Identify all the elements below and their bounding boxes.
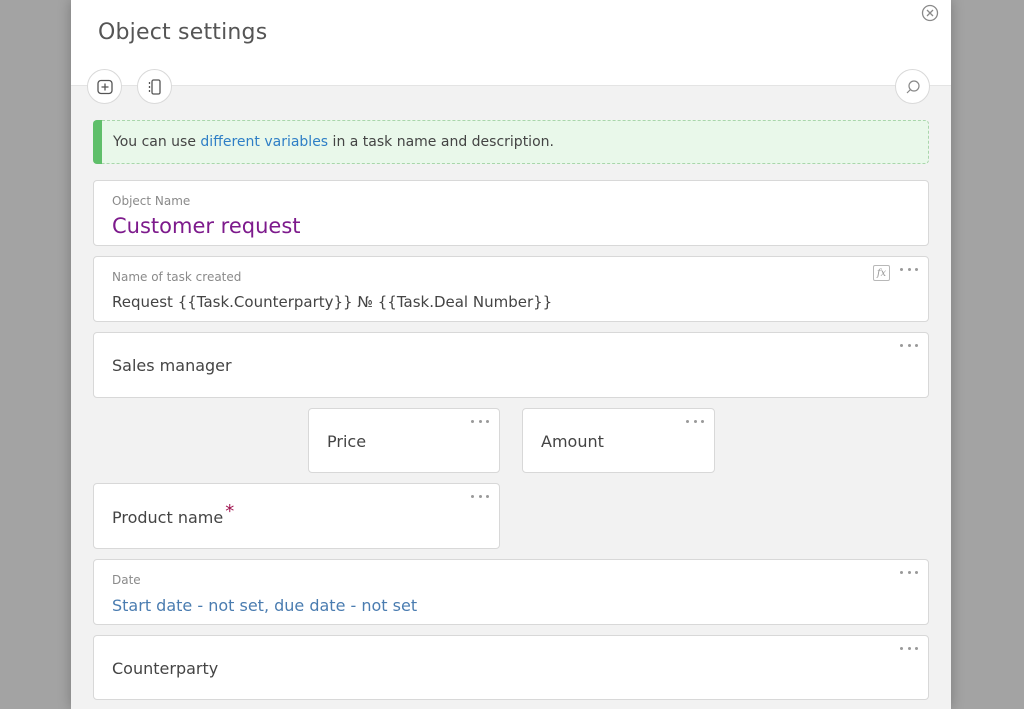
- more-options-icon[interactable]: [471, 491, 489, 501]
- task-name-value: Request {{Task.Counterparty}} № {{Task.D…: [112, 293, 553, 311]
- mobile-view-button[interactable]: [137, 69, 172, 104]
- product-name-field[interactable]: Product name *: [93, 483, 500, 549]
- amount-label: Amount: [541, 432, 604, 451]
- more-options-icon[interactable]: [900, 643, 918, 653]
- modal-title: Object settings: [98, 20, 268, 45]
- more-options-icon[interactable]: [900, 567, 918, 577]
- variables-notice: You can use different variables in a tas…: [93, 120, 929, 164]
- more-options-icon[interactable]: [686, 416, 704, 426]
- product-name-label: Product name *: [112, 501, 235, 527]
- sales-manager-field[interactable]: Sales manager: [93, 332, 929, 398]
- counterparty-field[interactable]: Counterparty: [93, 635, 929, 700]
- object-settings-modal: Object settings You can use different va…: [71, 0, 951, 709]
- search-icon: [906, 79, 920, 93]
- sales-manager-label: Sales manager: [112, 356, 232, 375]
- search-button[interactable]: [895, 69, 930, 104]
- counterparty-label: Counterparty: [112, 659, 219, 678]
- object-name-value: Customer request: [112, 214, 301, 238]
- amount-field[interactable]: Amount: [522, 408, 715, 473]
- date-value: Start date - not set, due date - not set: [112, 596, 418, 615]
- more-options-icon[interactable]: [471, 416, 489, 426]
- date-field[interactable]: Date Start date - not set, due date - no…: [93, 559, 929, 625]
- mobile-view-icon: [148, 78, 161, 95]
- notice-text: You can use different variables in a tas…: [113, 134, 554, 150]
- close-icon: [921, 4, 939, 22]
- object-name-label: Object Name: [112, 194, 191, 208]
- more-options-icon[interactable]: [900, 340, 918, 350]
- notice-accent-bar: [93, 120, 102, 164]
- close-button[interactable]: [921, 4, 939, 22]
- object-name-field[interactable]: Object Name Customer request: [93, 180, 929, 246]
- add-field-icon: [96, 79, 113, 94]
- formula-icon[interactable]: fx: [873, 265, 890, 281]
- different-variables-link[interactable]: different variables: [200, 134, 328, 150]
- price-field[interactable]: Price: [308, 408, 500, 473]
- price-label: Price: [327, 432, 367, 451]
- task-name-label: Name of task created: [112, 270, 242, 284]
- more-options-icon[interactable]: [900, 264, 918, 274]
- modal-header: Object settings: [71, 0, 951, 104]
- required-mark: *: [225, 501, 235, 522]
- add-field-button[interactable]: [87, 69, 122, 104]
- task-name-field[interactable]: Name of task created Request {{Task.Coun…: [93, 256, 929, 322]
- date-label: Date: [112, 573, 141, 587]
